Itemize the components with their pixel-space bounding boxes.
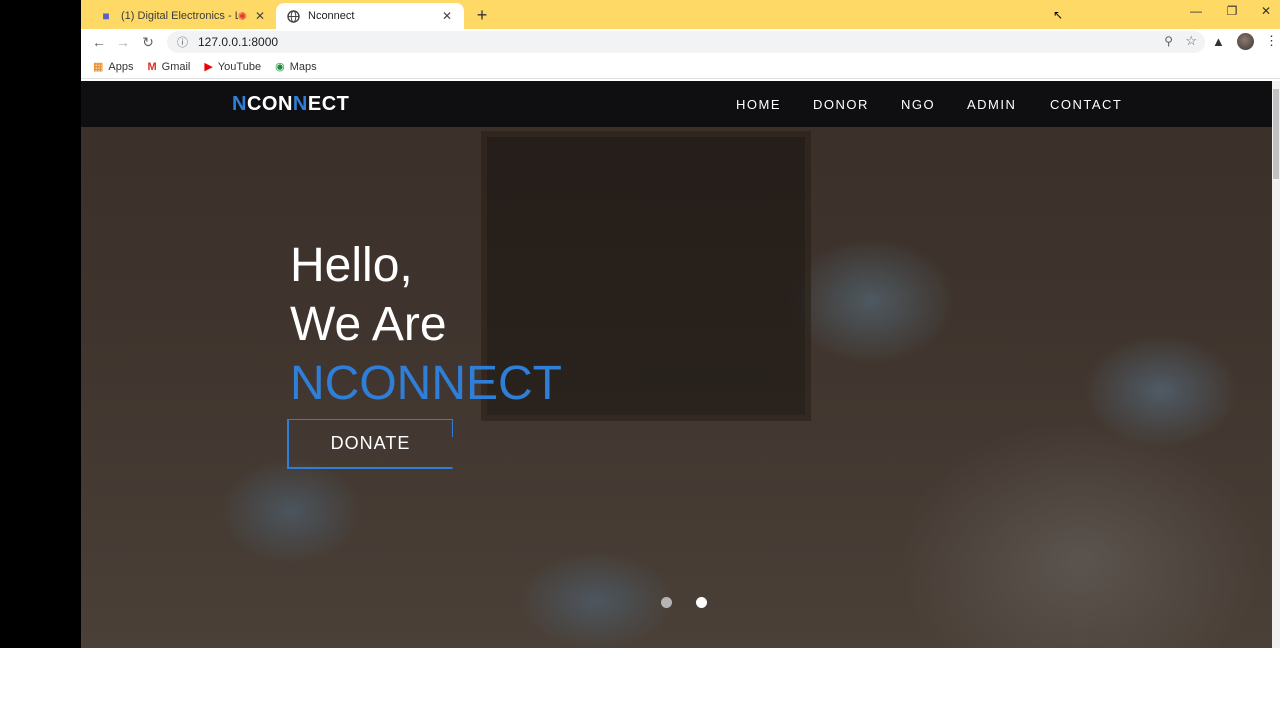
bookmark-label: Apps bbox=[108, 60, 134, 73]
close-icon[interactable]: ✕ bbox=[440, 9, 454, 23]
forward-arrow-icon[interactable]: → bbox=[113, 33, 133, 51]
address-bar[interactable]: ⓘ 127.0.0.1:8000 ⚲ ☆ bbox=[167, 31, 1205, 53]
bookmark-apps[interactable]: ▦ Apps bbox=[93, 60, 134, 74]
info-icon[interactable]: ⓘ bbox=[177, 34, 188, 50]
hero-background-image bbox=[81, 81, 1272, 648]
tab-strip: ■ (1) Digital Electronics - Lectu ✺ ✕ Nc… bbox=[81, 0, 1280, 29]
bookmark-gmail[interactable]: M Gmail bbox=[147, 61, 190, 73]
profile-avatar[interactable] bbox=[1237, 33, 1254, 50]
web-page: NCONNECT HOME DONOR NGO ADMIN CONTACT He… bbox=[81, 81, 1272, 648]
back-arrow-icon[interactable]: ← bbox=[89, 33, 109, 51]
nav-ngo[interactable]: NGO bbox=[901, 97, 935, 112]
logo-letter-n: N bbox=[292, 93, 308, 115]
maps-icon: ◉ bbox=[275, 61, 285, 73]
nav-home[interactable]: HOME bbox=[736, 97, 781, 112]
nav-contact[interactable]: CONTACT bbox=[1050, 97, 1122, 112]
logo-part: CON bbox=[246, 93, 293, 115]
reload-icon[interactable]: ↻ bbox=[138, 33, 158, 51]
window-close-icon[interactable]: ✕ bbox=[1251, 4, 1280, 18]
close-icon[interactable]: ✕ bbox=[253, 9, 267, 23]
address-url: 127.0.0.1:8000 bbox=[198, 35, 279, 49]
minimize-icon[interactable]: — bbox=[1181, 4, 1211, 18]
bookmark-star-icon[interactable]: ☆ bbox=[1185, 33, 1197, 49]
hero-line-hello: Hello, bbox=[290, 239, 413, 292]
tab-digital-electronics[interactable]: ■ (1) Digital Electronics - Lectu ✺ ✕ bbox=[89, 3, 277, 29]
donate-button[interactable]: DONATE bbox=[287, 419, 453, 469]
tab-nconnect[interactable]: Nconnect ✕ bbox=[276, 3, 464, 29]
page-scrollbar[interactable] bbox=[1272, 81, 1280, 648]
youtube-icon: ▶ bbox=[204, 61, 213, 73]
apps-grid-icon: ▦ bbox=[93, 61, 104, 73]
teams-icon: ■ bbox=[102, 9, 110, 23]
logo-part: ECT bbox=[307, 93, 350, 115]
new-tab-button[interactable]: + bbox=[471, 4, 493, 26]
carousel-dot-1[interactable] bbox=[661, 597, 672, 608]
hero-line-we-are: We Are bbox=[290, 298, 447, 351]
gmail-icon: M bbox=[147, 60, 157, 73]
nav-donor[interactable]: DONOR bbox=[813, 97, 869, 112]
tab-title: Nconnect bbox=[308, 10, 355, 22]
bookmark-label: Maps bbox=[289, 60, 317, 73]
globe-icon bbox=[286, 9, 300, 23]
browser-toolbar: ← → ↻ ⓘ 127.0.0.1:8000 ⚲ ☆ ▲ ⋮ bbox=[81, 29, 1280, 55]
menu-kebab-icon[interactable]: ⋮ bbox=[1265, 33, 1278, 49]
bookmark-youtube[interactable]: ▶ YouTube bbox=[204, 60, 262, 74]
logo-letter-n: N bbox=[232, 93, 247, 115]
bookmark-maps[interactable]: ◉ Maps bbox=[275, 60, 317, 74]
carousel-dot-2[interactable] bbox=[696, 597, 707, 608]
hero-line-brand: NCONNECT bbox=[290, 357, 562, 410]
tab-title: (1) Digital Electronics - Lectu bbox=[121, 10, 238, 22]
nav-admin[interactable]: ADMIN bbox=[967, 97, 1016, 112]
zoom-icon[interactable]: ⚲ bbox=[1164, 34, 1173, 48]
browser-window: ■ (1) Digital Electronics - Lectu ✺ ✕ Nc… bbox=[81, 0, 1280, 648]
bookmark-label: Gmail bbox=[161, 60, 191, 73]
bottom-blank-area bbox=[0, 648, 1280, 720]
site-navbar: NCONNECT HOME DONOR NGO ADMIN CONTACT bbox=[81, 81, 1272, 127]
left-black-margin bbox=[0, 0, 81, 648]
bookmarks-bar: ▦ Apps M Gmail ▶ YouTube ◉ Maps bbox=[81, 55, 1280, 79]
mouse-cursor-icon: ↖ bbox=[1053, 8, 1064, 22]
extensions-puzzle-icon[interactable]: ▲ bbox=[1212, 34, 1225, 49]
recording-icon: ✺ bbox=[237, 10, 247, 23]
site-logo[interactable]: NCONNECT bbox=[232, 93, 349, 116]
bookmark-label: YouTube bbox=[217, 60, 262, 73]
restore-icon[interactable]: ❐ bbox=[1217, 4, 1247, 18]
scrollbar-thumb[interactable] bbox=[1273, 89, 1279, 179]
